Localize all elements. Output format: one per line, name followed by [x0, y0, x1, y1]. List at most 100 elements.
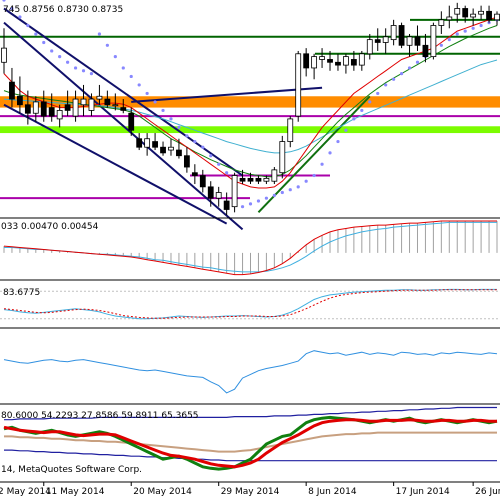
parabolic-sar-dot [336, 139, 340, 144]
parabolic-sar-dot [161, 108, 165, 113]
candle-body [247, 177, 254, 182]
parabolic-sar-dot [129, 74, 133, 79]
candle-body [327, 59, 333, 63]
price-header: 745 0.8756 0.8730 0.8735 [3, 5, 123, 15]
stochastic-panel [0, 288, 500, 329]
x-axis: 2 May 201411 May 2014 20 May 2014 29 May 2… [0, 482, 500, 497]
parabolic-sar-dot [225, 171, 229, 175]
stochastic-header: 83.6775 [3, 288, 40, 298]
parabolic-sar-dot [360, 108, 364, 113]
parabolic-sar-dot [399, 72, 404, 76]
candle-body [366, 39, 373, 55]
candle-body [152, 141, 158, 148]
candle-body [319, 56, 325, 60]
parabolic-sar-dot [177, 125, 181, 130]
candle-body [24, 104, 31, 114]
parabolic-sar-dot [288, 188, 292, 192]
candle-body [215, 192, 222, 199]
candle-body [398, 25, 405, 46]
parabolic-sar-dot [217, 162, 221, 166]
parabolic-sar-dot [169, 117, 173, 121]
candle-body [295, 53, 302, 117]
candle-body [168, 146, 174, 151]
parabolic-sar-dot [344, 128, 348, 132]
candle-body [446, 16, 453, 21]
parabolic-sar-dot [18, 15, 22, 19]
parabolic-sar-dot [479, 23, 483, 28]
candle-body [478, 10, 484, 15]
candle-body [128, 112, 135, 131]
parabolic-sar-dot [209, 154, 213, 158]
candle-body [112, 104, 119, 107]
price-panel [0, 0, 500, 231]
parabolic-sar-dot [272, 193, 276, 197]
parabolic-sar-dot [264, 196, 269, 200]
candle-body [454, 8, 461, 15]
parabolic-sar-dot [447, 38, 451, 42]
parabolic-sar-dot [42, 40, 46, 45]
candle-body [430, 25, 437, 58]
candle-body [255, 177, 262, 182]
candle-body [438, 19, 445, 26]
parabolic-sar-dot [384, 83, 388, 87]
candle-body [104, 98, 111, 106]
parabolic-sar-dot [193, 139, 197, 144]
candle-body [486, 10, 492, 21]
parabolic-sar-dot [89, 72, 94, 76]
parabolic-sar-dot [66, 60, 70, 64]
candle-body [390, 25, 397, 41]
x-tick-label: 8 Jun 2014 [308, 487, 357, 497]
candle-body [311, 56, 318, 69]
candle-body [17, 95, 23, 106]
candle-body [80, 98, 87, 106]
parabolic-sar-dot [328, 151, 332, 155]
candle-body [335, 61, 341, 66]
candle-body [160, 146, 166, 154]
candle-body [88, 98, 95, 111]
candle-body [96, 95, 103, 100]
candle-body [414, 36, 421, 46]
parabolic-sar-dot [256, 199, 261, 203]
parabolic-sar-dot [392, 77, 396, 81]
candle-body [462, 8, 469, 18]
candle-body [48, 107, 55, 117]
parabolic-sar-dot [320, 162, 324, 166]
parabolic-sar-dot [439, 43, 443, 47]
parabolic-sar-dot [153, 100, 157, 104]
candle-body [72, 98, 79, 117]
line-oscillator-panel [0, 350, 500, 405]
candle-body [199, 175, 206, 188]
parabolic-sar-dot [415, 60, 420, 64]
x-tick-label: 29 May 2014 [221, 487, 280, 497]
candle-body [239, 177, 246, 182]
parabolic-sar-dot [185, 134, 189, 138]
parabolic-sar-dot [26, 23, 30, 28]
parabolic-sar-dot [455, 32, 459, 36]
candle-body [120, 107, 127, 111]
candle-body [422, 44, 429, 58]
support-resistance-zone [0, 126, 500, 134]
candle-body [358, 53, 365, 66]
parabolic-sar-dot [304, 179, 308, 183]
x-tick-label-first: 2 May 2014 [0, 487, 51, 497]
candle-body [176, 149, 182, 157]
candle-body [231, 175, 238, 208]
x-tick-label: 11 May 2014 [46, 487, 105, 497]
parabolic-sar-dot [240, 205, 245, 209]
trend-channel-line [3, 103, 228, 225]
candle-body [144, 138, 151, 148]
parabolic-sar-dot [201, 145, 205, 149]
candle-body [207, 186, 214, 199]
candle-body [343, 56, 349, 66]
parabolic-sar-dot [471, 26, 475, 30]
parabolic-sar-dot [376, 91, 380, 96]
trend-channel-line [3, 7, 244, 177]
parabolic-sar-dot [113, 55, 117, 59]
parabolic-sar-dot [137, 83, 141, 87]
candle-body [183, 155, 190, 168]
candle-body [303, 53, 310, 69]
stochastic-signal-line [3, 289, 497, 319]
candle-body [56, 110, 63, 120]
parabolic-sar-dot [296, 185, 300, 189]
candle-body [9, 81, 15, 100]
